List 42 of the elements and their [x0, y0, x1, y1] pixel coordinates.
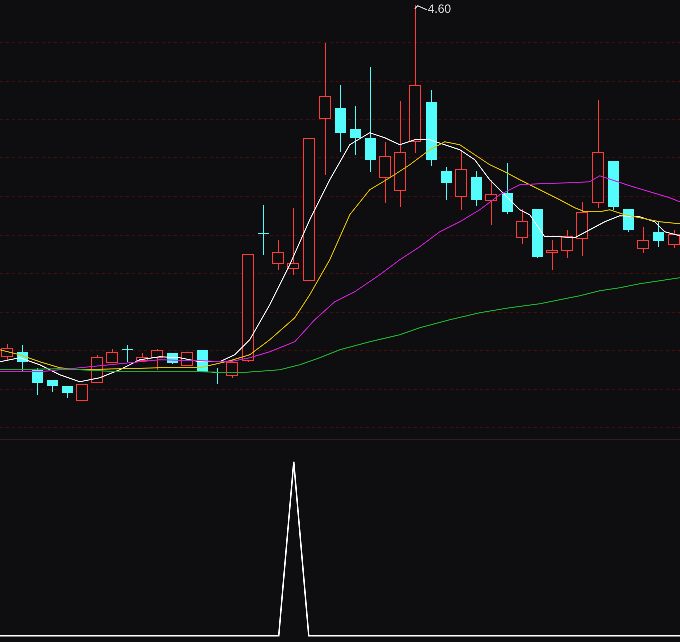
candlestick-icon — [62, 386, 73, 398]
candlestick-icon — [2, 344, 14, 360]
candlestick-icon — [136, 352, 148, 362]
candlestick-icon — [516, 208, 528, 244]
candlestick-icon — [638, 226, 650, 254]
candlestick-icon — [122, 344, 134, 362]
candlestick-icon — [653, 220, 664, 248]
candlestick-icon — [288, 208, 300, 276]
candlestick-icon — [304, 138, 316, 281]
candlestick-icon — [394, 100, 406, 208]
candlestick-icon — [365, 66, 376, 172]
candlestick-icon — [426, 90, 437, 166]
candlestick-icon — [152, 348, 164, 370]
candlestick-icon — [380, 142, 392, 204]
candlestick-icon — [456, 150, 468, 210]
candlestick-icon — [47, 380, 58, 392]
candlestick-icon — [17, 344, 28, 372]
candlestick-icon — [272, 240, 284, 270]
candlestick-icon — [546, 240, 558, 270]
candlestick-icon — [242, 254, 254, 362]
candlestick-icon — [320, 42, 332, 176]
candlestick-icon — [226, 360, 238, 378]
candlestick-icon — [441, 166, 452, 200]
candlestick-icon — [502, 162, 513, 214]
candlestick-icon — [32, 368, 43, 396]
candlestick-icon — [486, 180, 498, 226]
candlestick-icon — [106, 348, 118, 363]
candlestick-icon — [350, 106, 361, 156]
high-price-label: 4.60 — [428, 2, 452, 16]
candlestick-icon — [592, 100, 604, 208]
candlestick-icon — [623, 208, 634, 232]
leader-line — [414, 5, 428, 10]
candlestick-icon — [532, 208, 543, 258]
candlestick-icon — [668, 230, 680, 248]
candlestick-icon — [335, 84, 346, 152]
candlestick-icon — [258, 204, 270, 256]
candlestick-icon — [471, 170, 482, 206]
candlestick-icon — [576, 202, 588, 256]
candlestick-icon — [608, 160, 619, 210]
candlestick-icon — [410, 4, 422, 154]
candlestick-icon — [76, 384, 88, 401]
candlestick-icon — [562, 230, 574, 258]
